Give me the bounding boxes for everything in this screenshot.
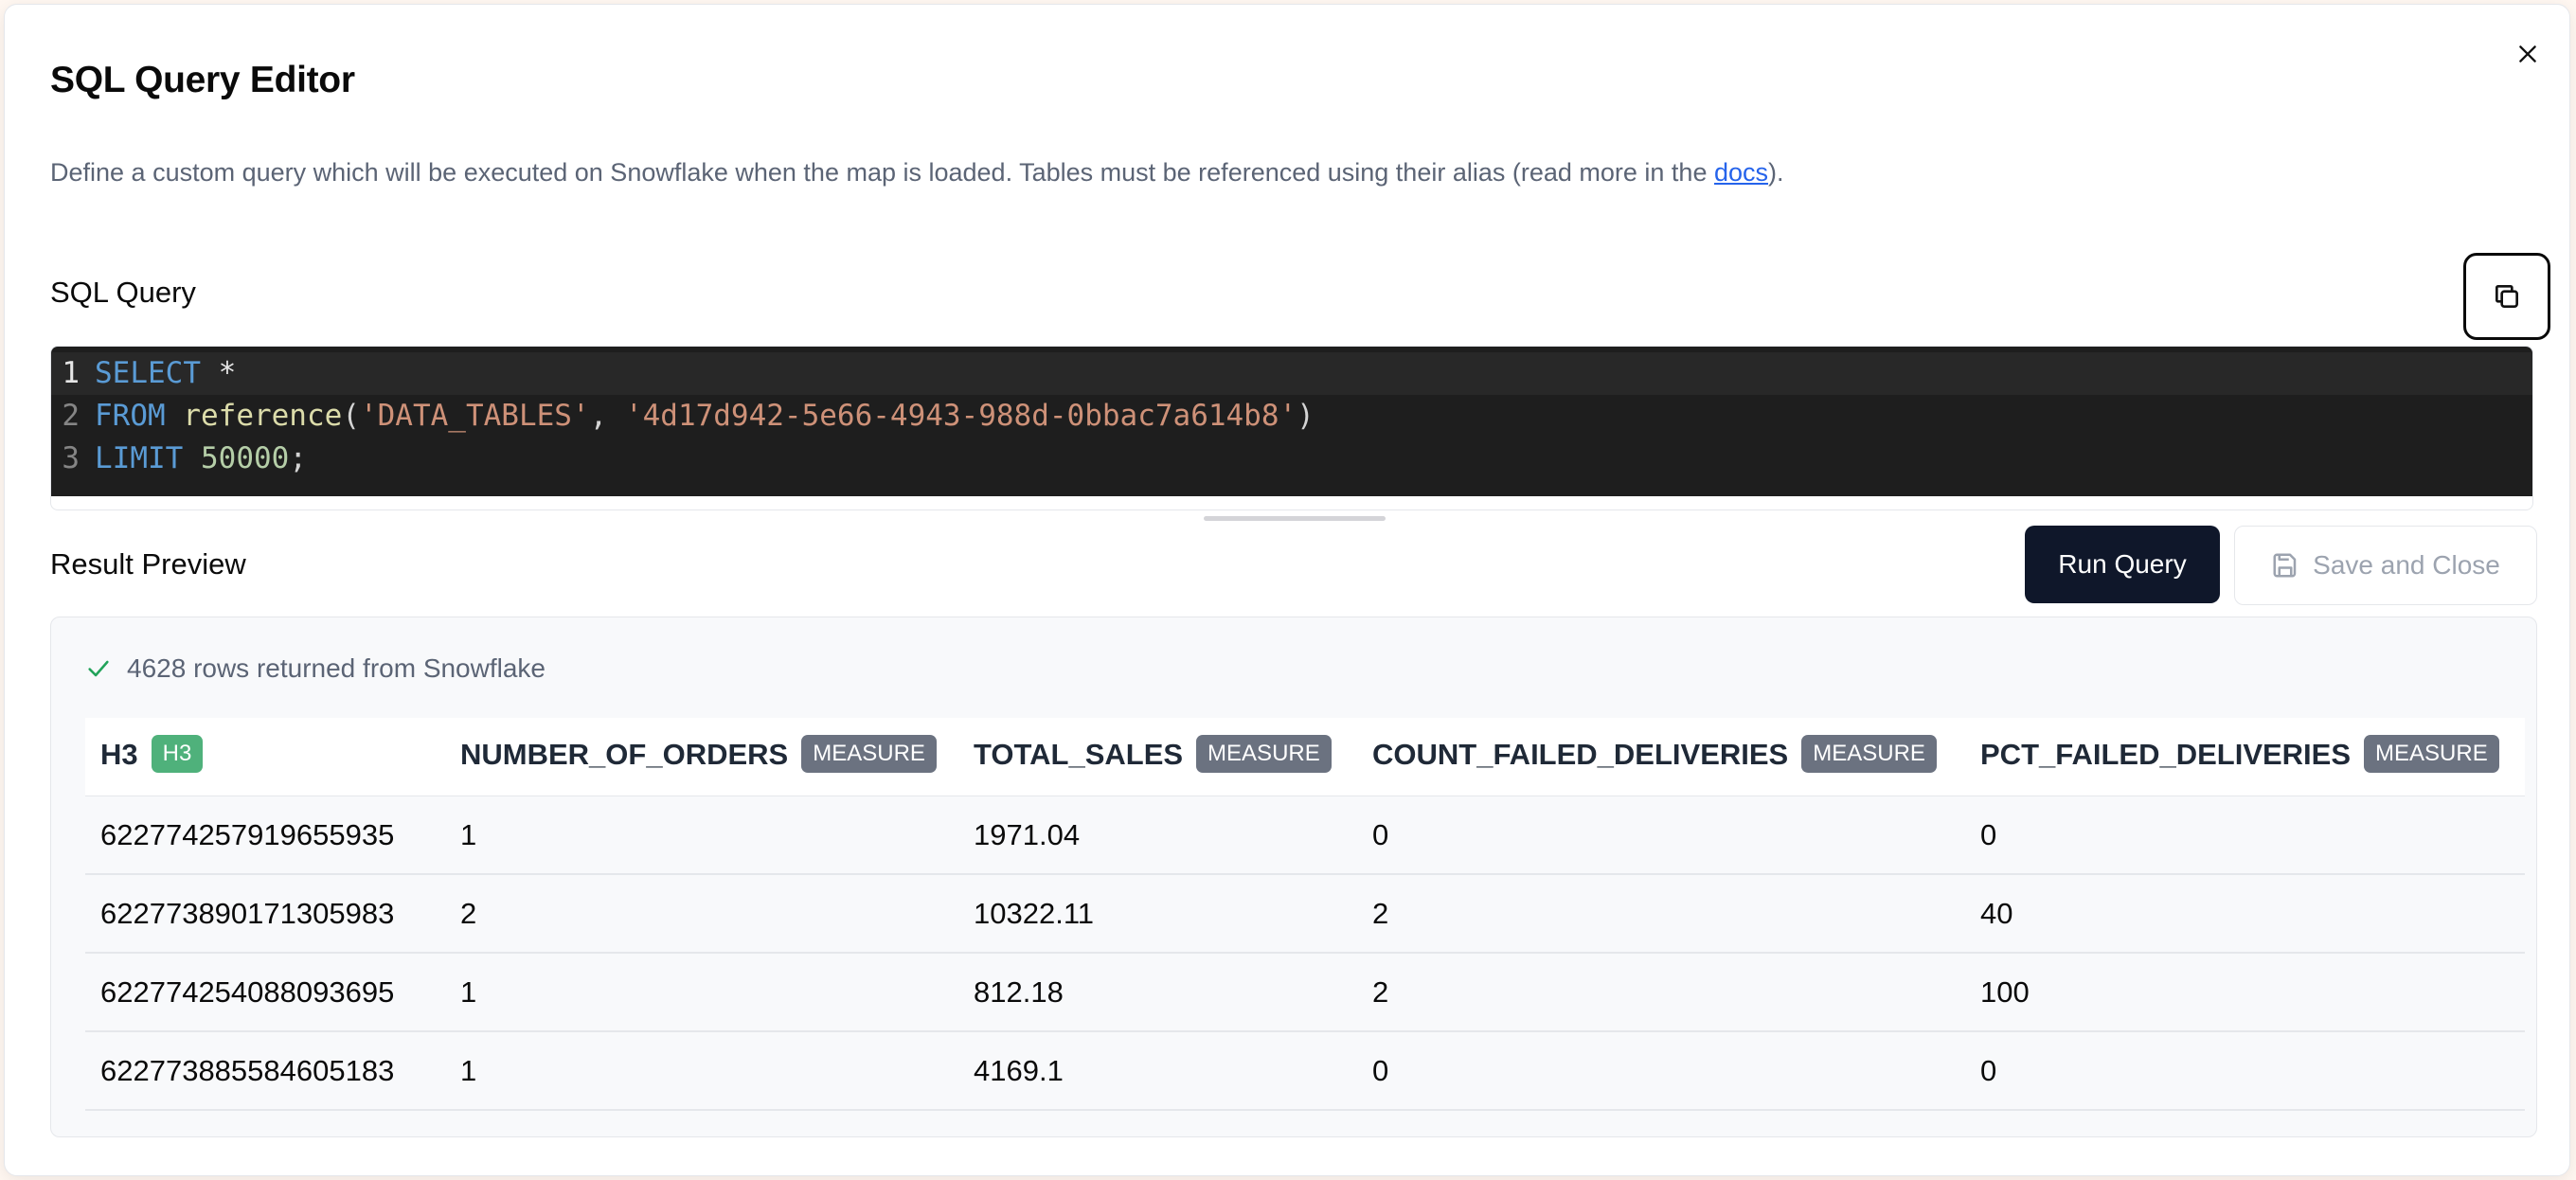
table-cell: 0 [1965,1031,2525,1110]
table-row: 622774257960865791 1 3041.04 1 50 [85,1110,2525,1136]
function-reference: reference [183,395,342,438]
keyword-select: SELECT [95,352,201,395]
result-preview-label: Result Preview [50,547,246,581]
column-header-number-of-orders[interactable]: NUMBER_OF_ORDERSMEASURE [445,718,958,796]
table-cell: 622774257919655935 [85,796,445,875]
dialog-title: SQL Query Editor [50,60,355,101]
table-cell: 0 [1965,796,2525,875]
table-cell: 622774257960865791 [85,1110,445,1136]
copy-icon [2492,281,2522,312]
column-header-total-sales[interactable]: TOTAL_SALESMEASURE [958,718,1357,796]
table-header-row: H3H3 NUMBER_OF_ORDERSMEASURE TOTAL_SALES… [85,718,2525,796]
table-cell: 3041.04 [958,1110,1357,1136]
column-header-h3[interactable]: H3H3 [85,718,445,796]
table-cell: 1 [445,796,958,875]
result-preview-panel: 4628 rows returned from Snowflake H3H3 N… [50,617,2537,1137]
dialog-description: Define a custom query which will be exec… [50,158,1784,188]
table-cell: 0 [1357,796,1965,875]
table-cell: 2 [445,874,958,953]
string-table-type: 'DATA_TABLES' [360,395,590,438]
table-cell: 4169.1 [958,1031,1357,1110]
result-table: H3H3 NUMBER_OF_ORDERSMEASURE TOTAL_SALES… [85,718,2525,1136]
result-table-scroll[interactable]: H3H3 NUMBER_OF_ORDERSMEASURE TOTAL_SALES… [85,718,2525,1136]
table-cell: 50 [1965,1110,2525,1136]
table-cell: 622773885584605183 [85,1031,445,1110]
table-cell: 622773890171305983 [85,874,445,953]
query-status: 4628 rows returned from Snowflake [85,653,546,684]
code-line-2: 2FROM reference('DATA_TABLES', '4d17d942… [51,395,2532,438]
measure-badge: MEASURE [1196,735,1332,773]
status-text: 4628 rows returned from Snowflake [127,653,546,684]
table-cell: 2 [1357,874,1965,953]
string-table-id: '4d17d942-5e66-4943-988d-0bbac7a614b8' [625,395,1297,438]
line-number: 2 [51,395,95,438]
table-row: 622773885584605183 1 4169.1 0 0 [85,1031,2525,1110]
line-number: 1 [51,352,95,395]
line-number: 3 [51,438,95,480]
sql-query-label: SQL Query [50,276,196,310]
table-cell: 1 [1357,1110,1965,1136]
save-and-close-button[interactable]: Save and Close [2234,526,2537,605]
sql-code-editor[interactable]: 1SELECT * 2FROM reference('DATA_TABLES',… [51,347,2532,496]
description-suffix: ). [1768,158,1784,187]
docs-link[interactable]: docs [1714,158,1768,187]
number-limit: 50000 [201,438,289,480]
table-row: 622774254088093695 1 812.18 2 100 [85,953,2525,1031]
measure-badge: MEASURE [1801,735,1937,773]
keyword-limit: LIMIT [95,438,183,480]
table-row: 622774257919655935 1 1971.04 0 0 [85,796,2525,875]
sql-editor-frame: 1SELECT * 2FROM reference('DATA_TABLES',… [50,346,2533,510]
table-cell: 1 [445,1031,958,1110]
measure-badge: MEASURE [801,735,937,773]
code-line-3: 3LIMIT 50000; [51,438,2532,480]
copy-query-button[interactable] [2463,253,2550,340]
code-line-1: 1SELECT * [51,352,2532,395]
save-icon [2271,551,2299,580]
description-text: Define a custom query which will be exec… [50,158,1714,187]
save-and-close-label: Save and Close [2313,550,2500,581]
table-cell: 100 [1965,953,2525,1031]
table-cell: 40 [1965,874,2525,953]
editor-resize-handle[interactable] [1204,516,1386,521]
column-header-pct-failed-deliveries[interactable]: PCT_FAILED_DELIVERIESMEASURE [1965,718,2525,796]
table-cell: 1971.04 [958,796,1357,875]
operator-star: * [219,352,237,395]
table-cell: 812.18 [958,953,1357,1031]
close-button[interactable] [2509,35,2547,73]
h3-badge: H3 [152,735,204,773]
keyword-from: FROM [95,395,166,438]
table-row: 622773890171305983 2 10322.11 2 40 [85,874,2525,953]
check-icon [85,655,112,682]
run-query-button[interactable]: Run Query [2025,526,2220,603]
table-cell: 2 [1357,953,1965,1031]
table-cell: 10322.11 [958,874,1357,953]
table-cell: 1 [445,953,958,1031]
measure-badge: MEASURE [2364,735,2499,773]
close-icon [2515,42,2540,66]
table-cell: 1 [445,1110,958,1136]
column-header-count-failed-deliveries[interactable]: COUNT_FAILED_DELIVERIESMEASURE [1357,718,1965,796]
table-cell: 0 [1357,1031,1965,1110]
table-cell: 622774254088093695 [85,953,445,1031]
sql-editor-dialog: SQL Query Editor Define a custom query w… [4,4,2570,1176]
